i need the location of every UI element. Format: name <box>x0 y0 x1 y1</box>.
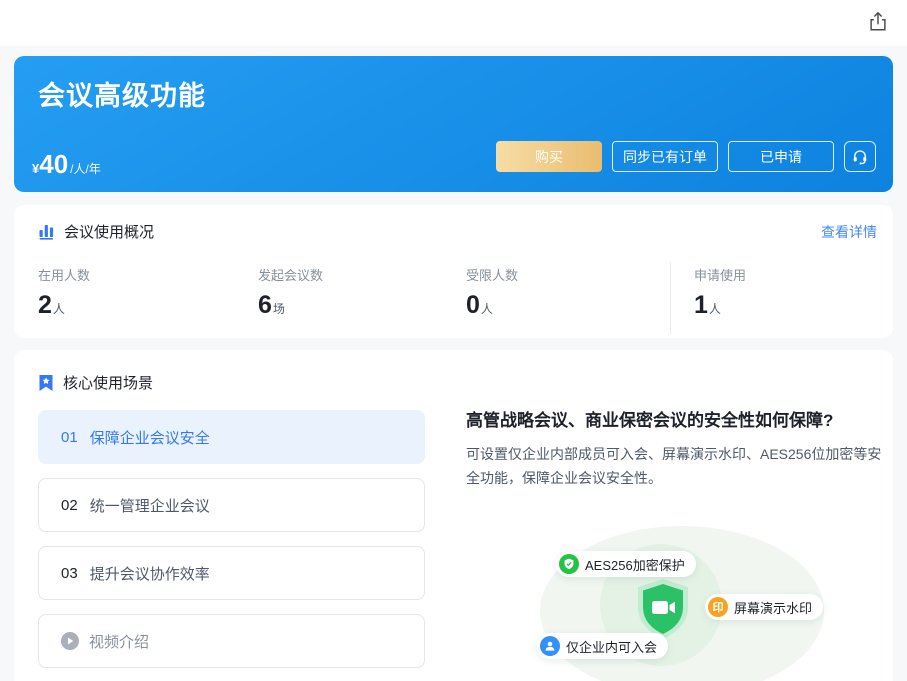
buy-button[interactable]: 购买 <box>496 141 602 172</box>
headset-icon <box>851 148 869 166</box>
price-unit: /人/年 <box>70 160 101 177</box>
scenario-item-security[interactable]: 01 保障企业会议安全 <box>38 410 425 464</box>
page: 会议高级功能 ¥ 40 /人/年 购买 同步已有订单 已申请 <box>0 0 907 681</box>
scenario-index: 02 <box>61 497 78 514</box>
stat-active-users: 在用人数 2人 <box>38 265 90 322</box>
scenario-label: 提升会议协作效率 <box>90 563 210 584</box>
core-scenarios-card: 核心使用场景 01 保障企业会议安全 02 统一管理企业会议 03 提升会议协作… <box>14 350 893 681</box>
price-currency: ¥ <box>32 161 39 176</box>
stat-restricted-users: 受限人数 0人 <box>466 265 518 322</box>
scenario-answer-body: 可设置仅企业内部成员可入会、屏幕演示水印、AES256位加密等安全功能，保障企业… <box>466 442 890 490</box>
top-bar <box>0 0 907 46</box>
badge-label: 仅企业内可入会 <box>566 637 657 656</box>
stat-label: 受限人数 <box>466 265 518 284</box>
stat-apply-usage: 申请使用 1人 <box>694 265 746 322</box>
stat-meetings-started: 发起会议数 6场 <box>258 265 323 322</box>
scenario-item-manage[interactable]: 02 统一管理企业会议 <box>38 478 425 532</box>
stat-label: 在用人数 <box>38 265 90 284</box>
stat-unit: 人 <box>53 302 65 316</box>
stat-unit: 人 <box>709 302 721 316</box>
stamp-icon: 印 <box>708 597 728 617</box>
usage-card-title: 会议使用概况 <box>64 221 154 242</box>
page-title: 会议高级功能 <box>38 74 206 113</box>
stat-value: 1 <box>694 291 708 319</box>
scenario-question-heading: 高管战略会议、商业保密会议的安全性如何保障? <box>466 406 833 431</box>
badge-internal-only: 仅企业内可入会 <box>537 633 668 659</box>
share-icon <box>867 11 889 33</box>
stat-unit: 场 <box>273 302 285 316</box>
badge-label: AES256加密保护 <box>585 555 685 574</box>
usage-card-header: 会议使用概况 <box>38 221 154 242</box>
applied-button[interactable]: 已申请 <box>728 141 834 172</box>
stat-value: 2 <box>38 291 52 319</box>
scenario-index: 03 <box>61 565 78 582</box>
stat-unit: 人 <box>481 302 493 316</box>
scenario-index: 01 <box>61 429 78 446</box>
badge-aes-encryption: AES256加密保护 <box>556 551 696 577</box>
banner-actions: 购买 同步已有订单 已申请 <box>496 141 876 172</box>
stat-label: 申请使用 <box>694 265 746 284</box>
support-button[interactable] <box>844 141 876 172</box>
price-amount: 40 <box>39 151 68 177</box>
stat-value: 6 <box>258 291 272 319</box>
play-icon <box>61 632 79 650</box>
scenario-label: 统一管理企业会议 <box>90 495 210 516</box>
share-button[interactable] <box>865 9 891 35</box>
video-intro-item[interactable]: 视频介绍 <box>38 614 425 668</box>
person-icon <box>540 636 560 656</box>
sync-orders-button[interactable]: 同步已有订单 <box>612 141 718 172</box>
usage-overview-card: 会议使用概况 查看详情 在用人数 2人 发起会议数 6场 受限人数 0人 申请使… <box>14 205 893 338</box>
product-banner: 会议高级功能 ¥ 40 /人/年 购买 同步已有订单 已申请 <box>14 56 893 192</box>
stats-divider <box>670 262 671 334</box>
stat-value: 0 <box>466 291 480 319</box>
scenario-item-efficiency[interactable]: 03 提升会议协作效率 <box>38 546 425 600</box>
badge-label: 屏幕演示水印 <box>734 598 812 617</box>
scenario-label: 保障企业会议安全 <box>90 427 210 448</box>
bar-chart-icon <box>38 223 55 240</box>
stat-label: 发起会议数 <box>258 265 323 284</box>
badge-screen-watermark: 印 屏幕演示水印 <box>705 594 823 620</box>
bookmark-star-icon <box>38 374 54 392</box>
view-detail-link[interactable]: 查看详情 <box>821 222 877 242</box>
scenarios-card-header: 核心使用场景 <box>38 372 153 393</box>
shield-check-icon <box>559 554 579 574</box>
price: ¥ 40 /人/年 <box>32 151 101 177</box>
video-intro-label: 视频介绍 <box>89 631 149 652</box>
scenarios-card-title: 核心使用场景 <box>63 372 153 393</box>
